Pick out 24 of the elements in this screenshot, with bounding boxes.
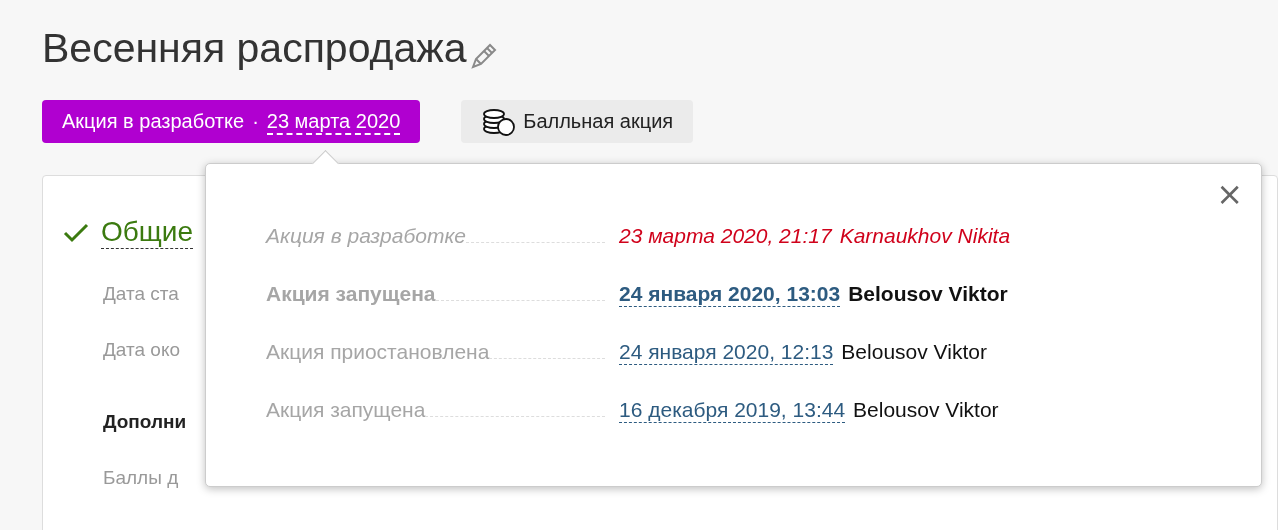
history-status: Акция запущена xyxy=(266,398,426,422)
history-date-link[interactable]: 24 января 2020, 12:13 xyxy=(619,340,834,365)
history-date-link[interactable]: 23 марта 2020, 21:17 xyxy=(619,224,832,248)
status-label: Акция в разработке xyxy=(62,110,245,133)
coins-icon xyxy=(481,106,518,137)
type-label: Балльная акция xyxy=(523,110,674,133)
separator-dot: · xyxy=(252,110,259,133)
history-author: Belousov Viktor xyxy=(853,398,999,423)
field-label: Дата око xyxy=(103,339,180,361)
close-button[interactable]: × xyxy=(1216,178,1243,210)
history-date-link[interactable]: 24 января 2020, 13:03 xyxy=(619,282,841,307)
history-status: Акция в разработке xyxy=(266,224,467,248)
history-author: Belousov Viktor xyxy=(841,340,987,365)
section-link[interactable]: Общие xyxy=(101,216,194,249)
status-date-link[interactable]: 23 марта 2020 xyxy=(266,108,401,135)
history-date-link[interactable]: 16 декабря 2019, 13:44 xyxy=(619,398,846,423)
page-title: Весенняя распродажа xyxy=(42,24,467,73)
history-status: Акция приостановлена xyxy=(266,340,490,364)
field-label: Дополни xyxy=(103,411,187,433)
history-author: Karnaukhov Nikita xyxy=(839,224,1011,248)
field-label: Баллы д xyxy=(103,467,179,489)
field-label: Дата ста xyxy=(103,283,179,305)
history-status: Акция запущена xyxy=(266,282,436,306)
history-author: Belousov Viktor xyxy=(848,282,1008,307)
